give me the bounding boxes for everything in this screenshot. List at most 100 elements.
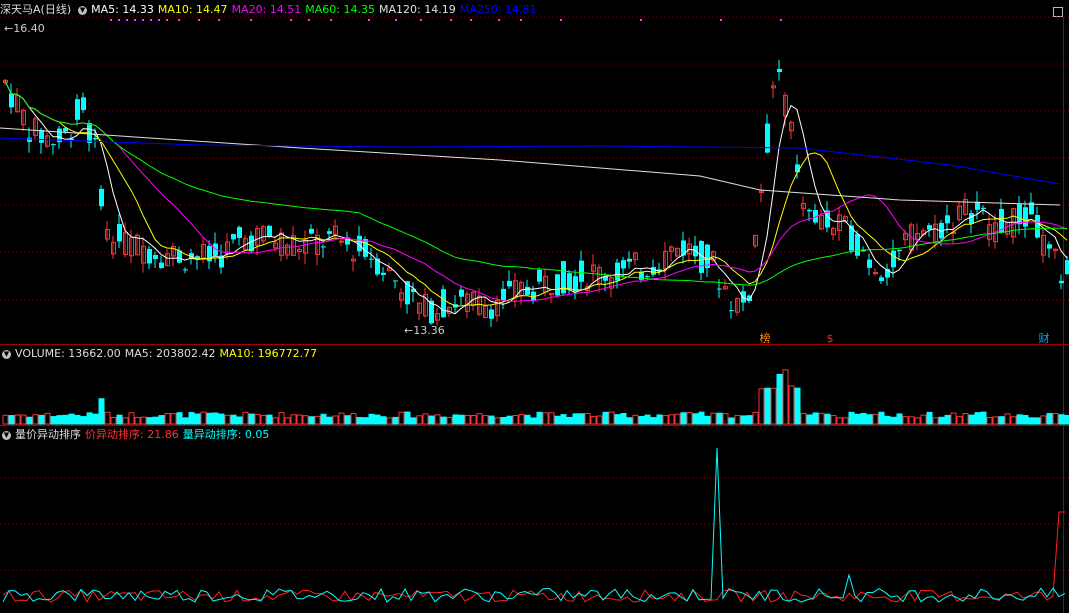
volume-bar [446,416,453,425]
event-marker: 榜 [760,331,771,345]
volume-bar [128,412,135,425]
volume-bar [320,413,327,425]
candle-body [369,258,374,260]
volume-bar [962,412,969,425]
signal-dot [110,19,112,21]
volume-bar [932,417,939,425]
volume-bar [656,414,663,425]
volume-bar [752,411,759,425]
volume-bar [704,415,711,425]
volume-bar [536,411,543,425]
volume-bar [494,417,501,425]
volume-bar [218,413,225,425]
candle-body [159,262,164,268]
candle-body [855,234,860,256]
ma120-line [0,127,1061,206]
volume-bar [614,414,621,425]
volume-bar [878,411,885,425]
volume-bar [902,416,909,425]
volume-bar [140,416,147,425]
volume-bar [926,411,933,425]
volume-bar [8,415,15,425]
candle-body [501,288,506,301]
volume-bar [506,415,513,425]
candle-body [729,310,734,312]
volume-bar [302,415,309,425]
volume-bar [356,416,363,425]
volume-bar [56,415,63,425]
signal-dot [420,19,422,21]
signal-dot [142,19,144,21]
candle-body [153,254,158,260]
volume-bar [500,416,507,425]
candle-body [1023,207,1028,227]
volume-bar [146,417,153,425]
candle-body [393,280,398,282]
candle-body [645,276,650,278]
volume-bar [980,411,987,425]
volume-bar [992,416,999,425]
volume-bar [824,413,831,425]
ma250-line [0,137,1061,185]
volume-bar [668,414,675,425]
volume-bar [596,415,603,425]
volume-bar [386,417,393,425]
volume-bar [440,416,447,425]
volume-bar [326,416,333,425]
candle-body [969,213,974,224]
candle-body [327,231,332,234]
volume-bar [290,414,297,425]
volume-bar [746,415,753,425]
volume-bar [1052,413,1059,425]
volume-bar [434,414,441,425]
volume-bar [770,387,777,425]
volume-bar [680,412,687,425]
high-price-label: ←16.40 [4,22,45,35]
volume-bar [998,416,1005,425]
volume-bar [782,369,789,425]
signal-dot [368,19,370,21]
volume-bar [452,414,459,425]
volume-bar [470,414,477,425]
candle-body [867,259,872,268]
volume-bar [662,415,669,425]
candle-body [879,277,884,282]
volume-bar [1064,414,1069,425]
volume-bar [80,416,87,425]
volume-bar [1016,414,1023,425]
volume-bar [14,414,21,425]
signal-dot [560,19,562,21]
candle-body [1059,280,1064,284]
volume-bar [812,412,819,425]
candle-body [39,129,44,143]
volume-bar [842,417,849,425]
volume-bar [794,387,801,425]
candle-body [321,246,326,248]
volume-bar [950,412,957,425]
volume-bar [260,414,267,425]
candle-body [147,249,152,264]
volume-bar [866,414,873,425]
volume-bar [206,412,213,425]
volume-bar [896,413,903,425]
candle-body [339,240,344,243]
volume-bar [86,412,93,425]
candle-body [537,269,542,282]
volume-bar [1040,415,1047,425]
signal-dot [126,19,128,21]
volume-bar [272,417,279,425]
volume-bar [542,412,549,425]
volume-bar [488,415,495,425]
candle-body [183,269,188,271]
signal-dot [250,19,252,21]
signal-dot [330,19,332,21]
signal-dot [178,19,180,21]
candle-body [231,234,236,240]
volume-bar [26,416,33,425]
volume-bar [584,412,591,425]
candle-body [555,274,560,296]
candle-body [579,260,584,282]
volume-bar [788,385,795,425]
volume-bar [122,417,129,425]
kline-chart[interactable]: ←16.40 ←13.36 榜 $ 财 [0,0,1069,613]
